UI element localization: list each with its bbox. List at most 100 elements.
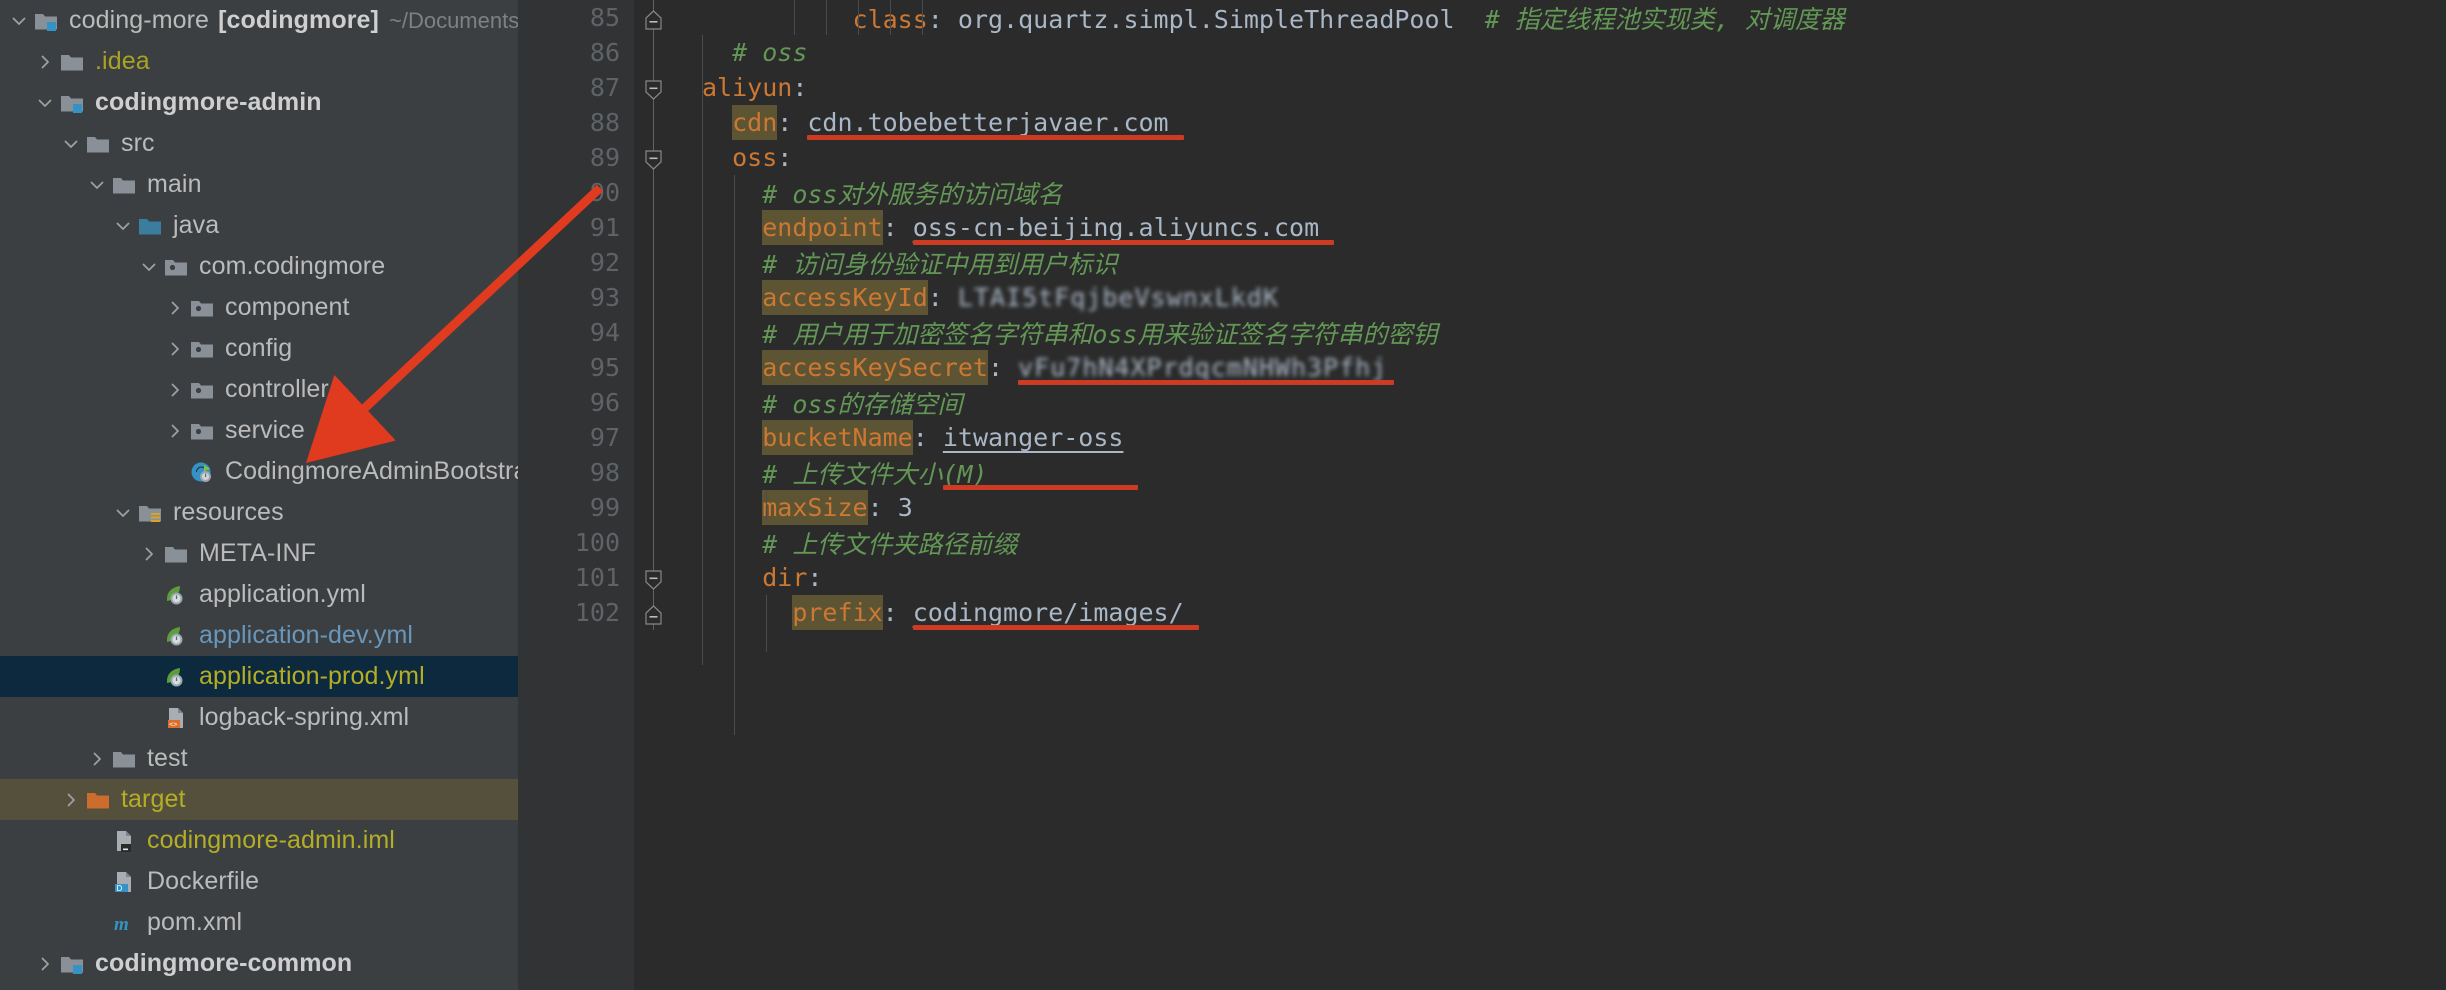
code-line[interactable]: 98 # 上传文件大小(M) (518, 455, 2446, 490)
chevron-right-icon[interactable] (84, 738, 110, 779)
chevron-right-icon[interactable] (162, 369, 188, 410)
code-line[interactable]: 99 maxSize: 3 (518, 490, 2446, 525)
tree-item-config[interactable]: config (0, 328, 518, 369)
code-line[interactable]: 94 # 用户用于加密签名字符串和oss用来验证签名字符串的密钥 (518, 315, 2446, 350)
code-line[interactable]: 93 accessKeyId: LTAI5tFqjbeVswnxLkdK (518, 280, 2446, 315)
code-line[interactable]: 87aliyun: (518, 70, 2446, 105)
code-editor[interactable]: 85 class: org.quartz.simpl.SimpleThreadP… (518, 0, 2446, 990)
code-content[interactable]: # oss的存储空间 (702, 385, 2446, 421)
code-content[interactable]: cdn: cdn.tobebetterjavaer.com (702, 108, 2446, 137)
code-content[interactable]: prefix: codingmore/images/ (702, 598, 2446, 627)
code-content[interactable]: maxSize: 3 (702, 493, 2446, 522)
fold-gutter[interactable] (634, 315, 674, 350)
code-line[interactable]: 100 # 上传文件夹路径前缀 (518, 525, 2446, 560)
chevron-right-icon[interactable] (32, 943, 58, 984)
chevron-right-icon[interactable] (32, 984, 58, 990)
chevron-down-icon[interactable] (58, 123, 84, 164)
code-content[interactable]: # 用户用于加密签名字符串和oss用来验证签名字符串的密钥 (702, 315, 2446, 351)
code-line[interactable]: 91 endpoint: oss-cn-beijing.aliyuncs.com (518, 210, 2446, 245)
fold-gutter[interactable] (634, 210, 674, 245)
code-content[interactable]: oss: (702, 143, 2446, 172)
code-content[interactable]: accessKeySecret: vFu7hN4XPrdqcmNHWh3Pfhj (702, 353, 2446, 382)
fold-gutter[interactable] (634, 280, 674, 315)
tree-item-target[interactable]: target (0, 779, 518, 820)
code-content[interactable]: # 上传文件夹路径前缀 (702, 525, 2446, 561)
code-line[interactable]: 96 # oss的存储空间 (518, 385, 2446, 420)
tree-item-meta-inf[interactable]: META-INF (0, 533, 518, 574)
tree-item-codingmoreadminbootstrap[interactable]: CodingmoreAdminBootstrap (0, 451, 518, 492)
chevron-down-icon[interactable] (6, 0, 32, 41)
chevron-right-icon[interactable] (162, 328, 188, 369)
fold-gutter[interactable] (634, 35, 674, 70)
code-content[interactable]: # oss (702, 38, 2446, 67)
tree-item-java[interactable]: java (0, 205, 518, 246)
tree-item-controller[interactable]: controller (0, 369, 518, 410)
fold-toggle-icon[interactable] (645, 147, 662, 167)
fold-gutter[interactable] (634, 0, 674, 35)
tree-item-idea[interactable]: .idea (0, 41, 518, 82)
fold-toggle-icon[interactable] (645, 77, 662, 97)
code-line[interactable]: 95 accessKeySecret: vFu7hN4XPrdqcmNHWh3P… (518, 350, 2446, 385)
tree-item-test[interactable]: test (0, 738, 518, 779)
code-line[interactable]: 101 dir: (518, 560, 2446, 595)
fold-toggle-icon[interactable] (645, 567, 662, 587)
chevron-down-icon[interactable] (110, 492, 136, 533)
fold-gutter[interactable] (634, 245, 674, 280)
code-content[interactable]: endpoint: oss-cn-beijing.aliyuncs.com (702, 213, 2446, 242)
code-content[interactable]: accessKeyId: LTAI5tFqjbeVswnxLkdK (702, 283, 2446, 312)
code-content[interactable]: # oss对外服务的访问域名 (702, 175, 2446, 211)
tree-item-service[interactable]: service (0, 410, 518, 451)
fold-gutter[interactable] (634, 385, 674, 420)
code-line[interactable]: 90 # oss对外服务的访问域名 (518, 175, 2446, 210)
chevron-right-icon[interactable] (32, 41, 58, 82)
fold-gutter[interactable] (634, 70, 674, 105)
fold-toggle-icon[interactable] (645, 602, 662, 622)
fold-gutter[interactable] (634, 525, 674, 560)
code-line[interactable]: 92 # 访问身份验证中用到用户标识 (518, 245, 2446, 280)
fold-toggle-icon[interactable] (645, 7, 662, 27)
tree-item-com-codingmore[interactable]: com.codingmore (0, 246, 518, 287)
code-line[interactable]: 89 oss: (518, 140, 2446, 175)
tree-item-application-dev-yml[interactable]: application-dev.yml (0, 615, 518, 656)
chevron-right-icon[interactable] (162, 410, 188, 451)
code-content[interactable]: aliyun: (702, 73, 2446, 102)
fold-gutter[interactable] (634, 350, 674, 385)
fold-gutter[interactable] (634, 140, 674, 175)
chevron-down-icon[interactable] (110, 205, 136, 246)
tree-item-application-yml[interactable]: application.yml (0, 574, 518, 615)
tree-item-coding-more[interactable]: coding-more[codingmore]~/Documents/GitHu… (0, 0, 518, 41)
code-line[interactable]: 102 prefix: codingmore/images/ (518, 595, 2446, 630)
chevron-down-icon[interactable] (84, 164, 110, 205)
tree-item-component[interactable]: component (0, 287, 518, 328)
fold-gutter[interactable] (634, 560, 674, 595)
chevron-right-icon[interactable] (58, 779, 84, 820)
tree-item-codingmore-admin[interactable]: codingmore-admin (0, 82, 518, 123)
tree-item-codingmore-mbg[interactable]: codingmore-mbg (0, 984, 518, 990)
code-content[interactable]: bucketName: itwanger-oss (702, 423, 2446, 452)
tree-item-application-prod-yml[interactable]: application-prod.yml (0, 656, 518, 697)
code-line[interactable]: 85 class: org.quartz.simpl.SimpleThreadP… (518, 0, 2446, 35)
code-content[interactable]: class: org.quartz.simpl.SimpleThreadPool… (702, 0, 2446, 36)
chevron-right-icon[interactable] (136, 533, 162, 574)
code-line[interactable]: 97 bucketName: itwanger-oss (518, 420, 2446, 455)
fold-gutter[interactable] (634, 490, 674, 525)
fold-gutter[interactable] (634, 595, 674, 630)
chevron-down-icon[interactable] (136, 246, 162, 287)
tree-item-codingmore-admin-iml[interactable]: codingmore-admin.iml (0, 820, 518, 861)
fold-gutter[interactable] (634, 455, 674, 490)
fold-gutter[interactable] (634, 105, 674, 140)
tree-item-main[interactable]: main (0, 164, 518, 205)
tree-item-logback-spring-xml[interactable]: <>logback-spring.xml (0, 697, 518, 738)
code-line[interactable]: 86 # oss (518, 35, 2446, 70)
project-tool-window[interactable]: coding-more[codingmore]~/Documents/GitHu… (0, 0, 518, 990)
chevron-down-icon[interactable] (32, 82, 58, 123)
fold-gutter[interactable] (634, 175, 674, 210)
tree-item-resources[interactable]: resources (0, 492, 518, 533)
code-content[interactable]: dir: (702, 563, 2446, 592)
tree-item-codingmore-common[interactable]: codingmore-common (0, 943, 518, 984)
tree-item-pom-xml[interactable]: mpom.xml (0, 902, 518, 943)
code-content[interactable]: # 访问身份验证中用到用户标识 (702, 245, 2446, 281)
chevron-right-icon[interactable] (162, 287, 188, 328)
tree-item-src[interactable]: src (0, 123, 518, 164)
tree-item-dockerfile[interactable]: DDockerfile (0, 861, 518, 902)
